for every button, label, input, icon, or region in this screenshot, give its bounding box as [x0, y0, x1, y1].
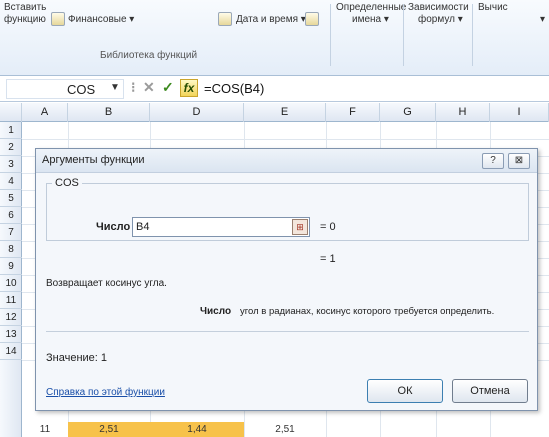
calendar-icon — [218, 12, 232, 26]
column-header-e[interactable]: E — [244, 103, 326, 122]
row-header-6[interactable]: 6 — [0, 207, 22, 224]
row-header-4[interactable]: 4 — [0, 173, 22, 190]
ribbon-separator — [330, 4, 331, 66]
financial-icon — [51, 12, 65, 26]
row-header-8[interactable]: 8 — [0, 241, 22, 258]
column-header-g[interactable]: G — [380, 103, 436, 122]
arg-description-label: Число — [200, 306, 232, 317]
check-icon[interactable]: ✓ — [162, 79, 174, 96]
row-header-column: 1 2 3 4 5 6 7 8 9 10 11 12 13 14 — [0, 122, 22, 437]
value-line: Значение: 1 — [46, 352, 108, 364]
help-link[interactable]: Справка по этой функции — [46, 387, 165, 398]
grid-line — [22, 139, 549, 140]
row-header-10[interactable]: 10 — [0, 275, 22, 292]
column-header-f[interactable]: F — [326, 103, 380, 122]
range-select-icon[interactable]: ⊞ — [292, 219, 308, 235]
cell-b14[interactable]: 2,51 — [68, 422, 150, 437]
financial-button[interactable]: Финансовые ▾ — [68, 14, 134, 25]
dialog-title: Аргументы функции — [42, 154, 145, 166]
row-header-13[interactable]: 13 — [0, 326, 22, 343]
row-header-12[interactable]: 12 — [0, 309, 22, 326]
dependencies-button[interactable]: Зависимости — [408, 2, 469, 13]
dialog-titlebar[interactable]: Аргументы функции ? ⊠ — [36, 149, 537, 173]
help-icon[interactable]: ? — [482, 153, 504, 169]
ribbon: Вставить функцию Финансовые ▾ Дата и вре… — [0, 0, 549, 76]
formula-bar: COS ▼ ⁝ ✕ ✓ fx =COS(B4) — [0, 76, 549, 102]
column-header-h[interactable]: H — [436, 103, 490, 122]
defined-names-button[interactable]: Определенные — [336, 2, 406, 13]
datetime-button[interactable]: Дата и время ▾ — [236, 14, 306, 25]
column-header-d[interactable]: D — [150, 103, 244, 122]
more-functions-icon[interactable] — [305, 12, 319, 26]
function-arguments-dialog: Аргументы функции ? ⊠ COS Число B4 ⊞ = 0… — [35, 148, 538, 411]
insert-function-label-2[interactable]: функцию — [4, 14, 46, 25]
formula-input[interactable]: =COS(B4) — [204, 79, 548, 99]
formula-result: = 1 — [320, 253, 336, 265]
name-box[interactable]: COS — [6, 79, 124, 99]
row-header-9[interactable]: 9 — [0, 258, 22, 275]
arg-result: = 0 — [320, 221, 336, 233]
row-header-1[interactable]: 1 — [0, 122, 22, 139]
row-header-5[interactable]: 5 — [0, 190, 22, 207]
dialog-divider — [46, 331, 529, 332]
ribbon-separator — [403, 4, 404, 66]
function-name-label: COS — [52, 177, 82, 189]
select-all-corner[interactable] — [0, 103, 22, 122]
column-header-b[interactable]: B — [68, 103, 150, 122]
column-header-i[interactable]: I — [490, 103, 549, 122]
number-arg-input[interactable]: B4 — [132, 217, 310, 237]
insert-function-button[interactable]: fx — [180, 79, 198, 97]
row-header-2[interactable]: 2 — [0, 139, 22, 156]
row-header-3[interactable]: 3 — [0, 156, 22, 173]
ribbon-separator — [472, 4, 473, 66]
cell-e14[interactable]: 2,51 — [244, 422, 326, 437]
row-header-14[interactable]: 14 — [0, 343, 22, 360]
calculation-arrow[interactable]: ▾ — [540, 14, 545, 25]
cell-a14[interactable]: 11 — [22, 422, 68, 437]
calculation-button[interactable]: Вычис — [478, 2, 508, 13]
chevron-down-icon[interactable]: ▼ — [110, 82, 120, 93]
column-header-row: ABDEFGHI — [0, 103, 549, 122]
close-icon[interactable]: ⊠ — [508, 153, 530, 169]
formula-bar-grip: ⁝ — [131, 79, 136, 95]
arg-description: угол в радианах, косинус которого требуе… — [240, 306, 495, 317]
cancel-icon[interactable]: ✕ — [143, 79, 155, 96]
cancel-button[interactable]: Отмена — [452, 379, 528, 403]
number-arg-label: Число — [96, 221, 131, 233]
function-library-group-label: Библиотека функций — [100, 50, 198, 61]
function-description: Возвращает косинус угла. — [46, 278, 167, 289]
dependencies-label-2[interactable]: формул ▾ — [418, 14, 463, 25]
insert-function-label[interactable]: Вставить — [4, 2, 46, 13]
cell-d14[interactable]: 1,44 — [150, 422, 244, 437]
defined-names-label-2[interactable]: имена ▾ — [352, 14, 389, 25]
row-header-11[interactable]: 11 — [0, 292, 22, 309]
row-header-7[interactable]: 7 — [0, 224, 22, 241]
ok-button[interactable]: ОК — [367, 379, 443, 403]
column-header-a[interactable]: A — [22, 103, 68, 122]
